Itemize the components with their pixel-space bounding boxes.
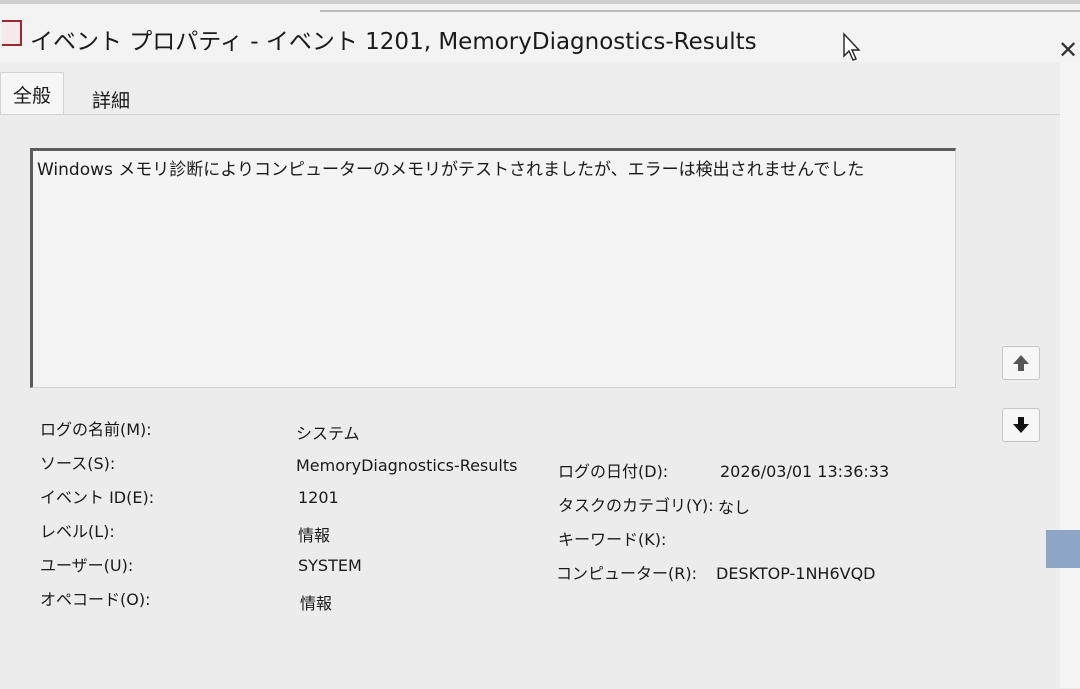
log-name-value: システム xyxy=(296,424,360,443)
event-description-text: Windows メモリ診断によりコンピューターのメモリがテストされましたが、エラ… xyxy=(37,160,865,180)
source-label: ソース(S): xyxy=(40,454,116,473)
top-border xyxy=(0,0,1080,4)
keywords-label: キーワード(K): xyxy=(558,530,667,549)
level-value: 情報 xyxy=(298,526,331,545)
logged-value: 2026/03/01 13:36:33 xyxy=(720,462,890,481)
close-icon[interactable]: ✕ xyxy=(1058,36,1078,64)
log-name-label: ログの名前(M): xyxy=(40,420,152,439)
computer-value: DESKTOP-1NH6VQD xyxy=(716,564,876,583)
window-title: イベント プロパティ - イベント 1201, MemoryDiagnostic… xyxy=(30,29,757,55)
arrow-down-icon xyxy=(1013,417,1029,433)
background-selection-strip xyxy=(1046,530,1080,568)
user-label: ユーザー(U): xyxy=(40,556,134,575)
opcode-label: オペコード(O): xyxy=(40,590,151,609)
tab-strip: 全般 詳細 xyxy=(0,62,1080,121)
scroll-up-button[interactable] xyxy=(1002,346,1040,380)
mouse-cursor-icon xyxy=(843,32,861,61)
level-label: レベル(L): xyxy=(40,522,115,541)
logged-label: ログの日付(D): xyxy=(558,462,669,481)
scroll-down-button[interactable] xyxy=(1002,408,1040,442)
title-bar: イベント プロパティ - イベント 1201, MemoryDiagnostic… xyxy=(0,0,1080,64)
computer-label: コンピューター(R): xyxy=(556,564,697,583)
tab-details[interactable]: 詳細 xyxy=(82,82,140,117)
user-value: SYSTEM xyxy=(298,556,362,575)
right-edge xyxy=(1060,62,1080,688)
task-category-value: なし xyxy=(718,498,751,517)
tab-general-label: 全般 xyxy=(13,85,52,107)
arrow-up-icon xyxy=(1013,355,1029,371)
opcode-value: 情報 xyxy=(300,594,333,613)
event-description-box[interactable]: Windows メモリ診断によりコンピューターのメモリがテストされましたが、エラ… xyxy=(30,148,956,388)
tab-details-label: 詳細 xyxy=(92,90,131,112)
background-window-edge xyxy=(320,10,1080,12)
source-value: MemoryDiagnostics-Results xyxy=(296,456,518,475)
event-id-label: イベント ID(E): xyxy=(40,488,155,507)
event-viewer-icon xyxy=(2,20,22,46)
event-id-value: 1201 xyxy=(298,488,339,507)
task-category-label: タスクのカテゴリ(Y): xyxy=(558,496,714,515)
